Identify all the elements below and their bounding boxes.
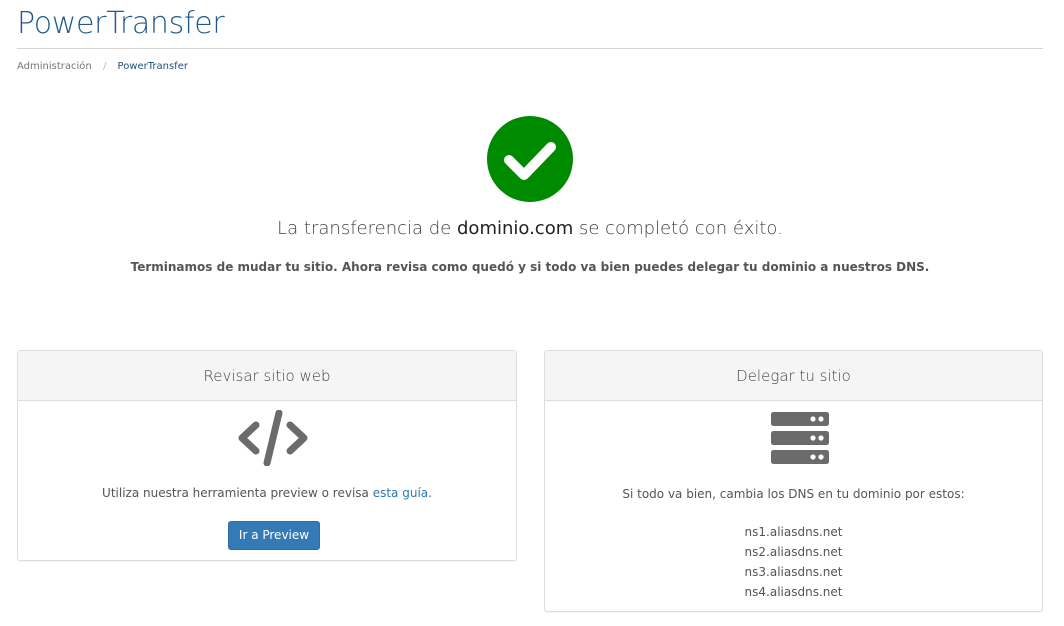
dns-server-item: ns3.aliasdns.net xyxy=(744,565,843,579)
review-card-text: Utiliza nuestra herramienta preview o re… xyxy=(18,486,516,500)
dns-server-item: ns1.aliasdns.net xyxy=(744,525,843,539)
review-text-prefix: Utiliza nuestra herramienta preview o re… xyxy=(102,486,369,500)
page-title: PowerTransfer xyxy=(17,6,225,41)
go-to-preview-button[interactable]: Ir a Preview xyxy=(228,521,320,550)
server-icon xyxy=(771,412,829,464)
success-headline: La transferencia de dominio.com se compl… xyxy=(0,218,1060,239)
review-card-title: Revisar sitio web xyxy=(18,351,516,401)
check-circle-icon xyxy=(487,116,573,202)
transferred-domain: dominio.com xyxy=(457,218,574,239)
dns-server-list: ns1.aliasdns.net ns2.aliasdns.net ns3.al… xyxy=(545,522,1042,602)
dns-server-item: ns4.aliasdns.net xyxy=(744,585,843,599)
review-site-card: Revisar sitio web Utiliza nuestra herram… xyxy=(17,350,517,561)
title-divider xyxy=(17,48,1043,49)
review-text-suffix: . xyxy=(428,486,432,500)
code-icon xyxy=(238,410,308,466)
breadcrumb-item-administracion[interactable]: Administración xyxy=(17,61,92,72)
breadcrumb: Administración / PowerTransfer xyxy=(17,61,188,72)
headline-prefix: La transferencia de xyxy=(277,218,452,239)
dns-server-item: ns2.aliasdns.net xyxy=(744,545,843,559)
delegate-card-text: Si todo va bien, cambia los DNS en tu do… xyxy=(622,487,965,501)
delegate-card-title: Delegar tu sitio xyxy=(545,351,1042,401)
breadcrumb-item-powertransfer: PowerTransfer xyxy=(117,61,188,72)
breadcrumb-separator: / xyxy=(102,61,107,72)
delegate-site-card: Delegar tu sitio Si todo va bien, cambia… xyxy=(544,350,1043,612)
guide-link[interactable]: esta guía xyxy=(373,486,428,500)
headline-suffix: se completó con éxito. xyxy=(578,218,783,239)
success-subtext: Terminamos de mudar tu sitio. Ahora revi… xyxy=(130,260,930,274)
